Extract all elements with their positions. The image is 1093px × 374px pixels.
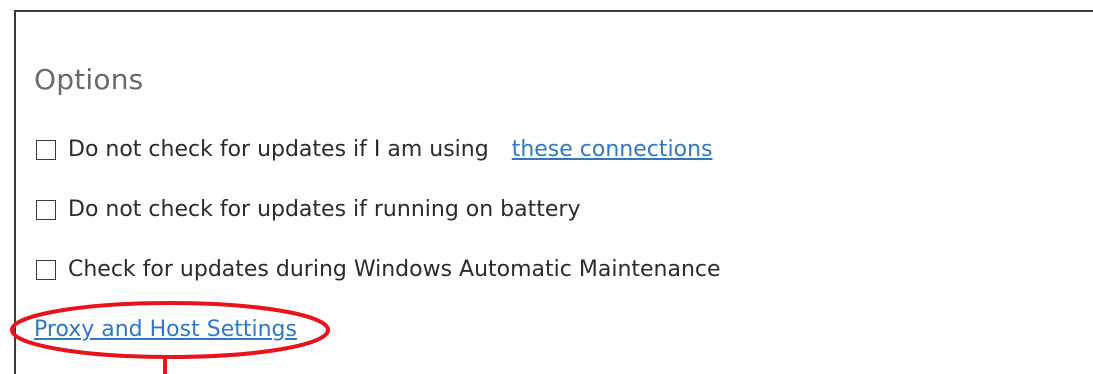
options-heading: Options bbox=[34, 63, 144, 96]
option-label-maintenance: Check for updates during Windows Automat… bbox=[68, 257, 721, 282]
option-row-connections: Do not check for updates if I am using t… bbox=[36, 137, 712, 162]
checkbox-check-during-maintenance[interactable] bbox=[36, 259, 56, 280]
checkbox-skip-on-battery[interactable] bbox=[36, 199, 56, 220]
these-connections-link[interactable]: these connections bbox=[512, 137, 713, 162]
checkbox-skip-on-connections[interactable] bbox=[36, 139, 56, 160]
option-label-battery: Do not check for updates if running on b… bbox=[68, 197, 581, 222]
option-row-battery: Do not check for updates if running on b… bbox=[36, 197, 580, 222]
option-row-maintenance: Check for updates during Windows Automat… bbox=[36, 257, 721, 282]
option-label-connections: Do not check for updates if I am using bbox=[68, 137, 489, 162]
proxy-and-host-settings-link[interactable]: Proxy and Host Settings bbox=[34, 317, 297, 342]
